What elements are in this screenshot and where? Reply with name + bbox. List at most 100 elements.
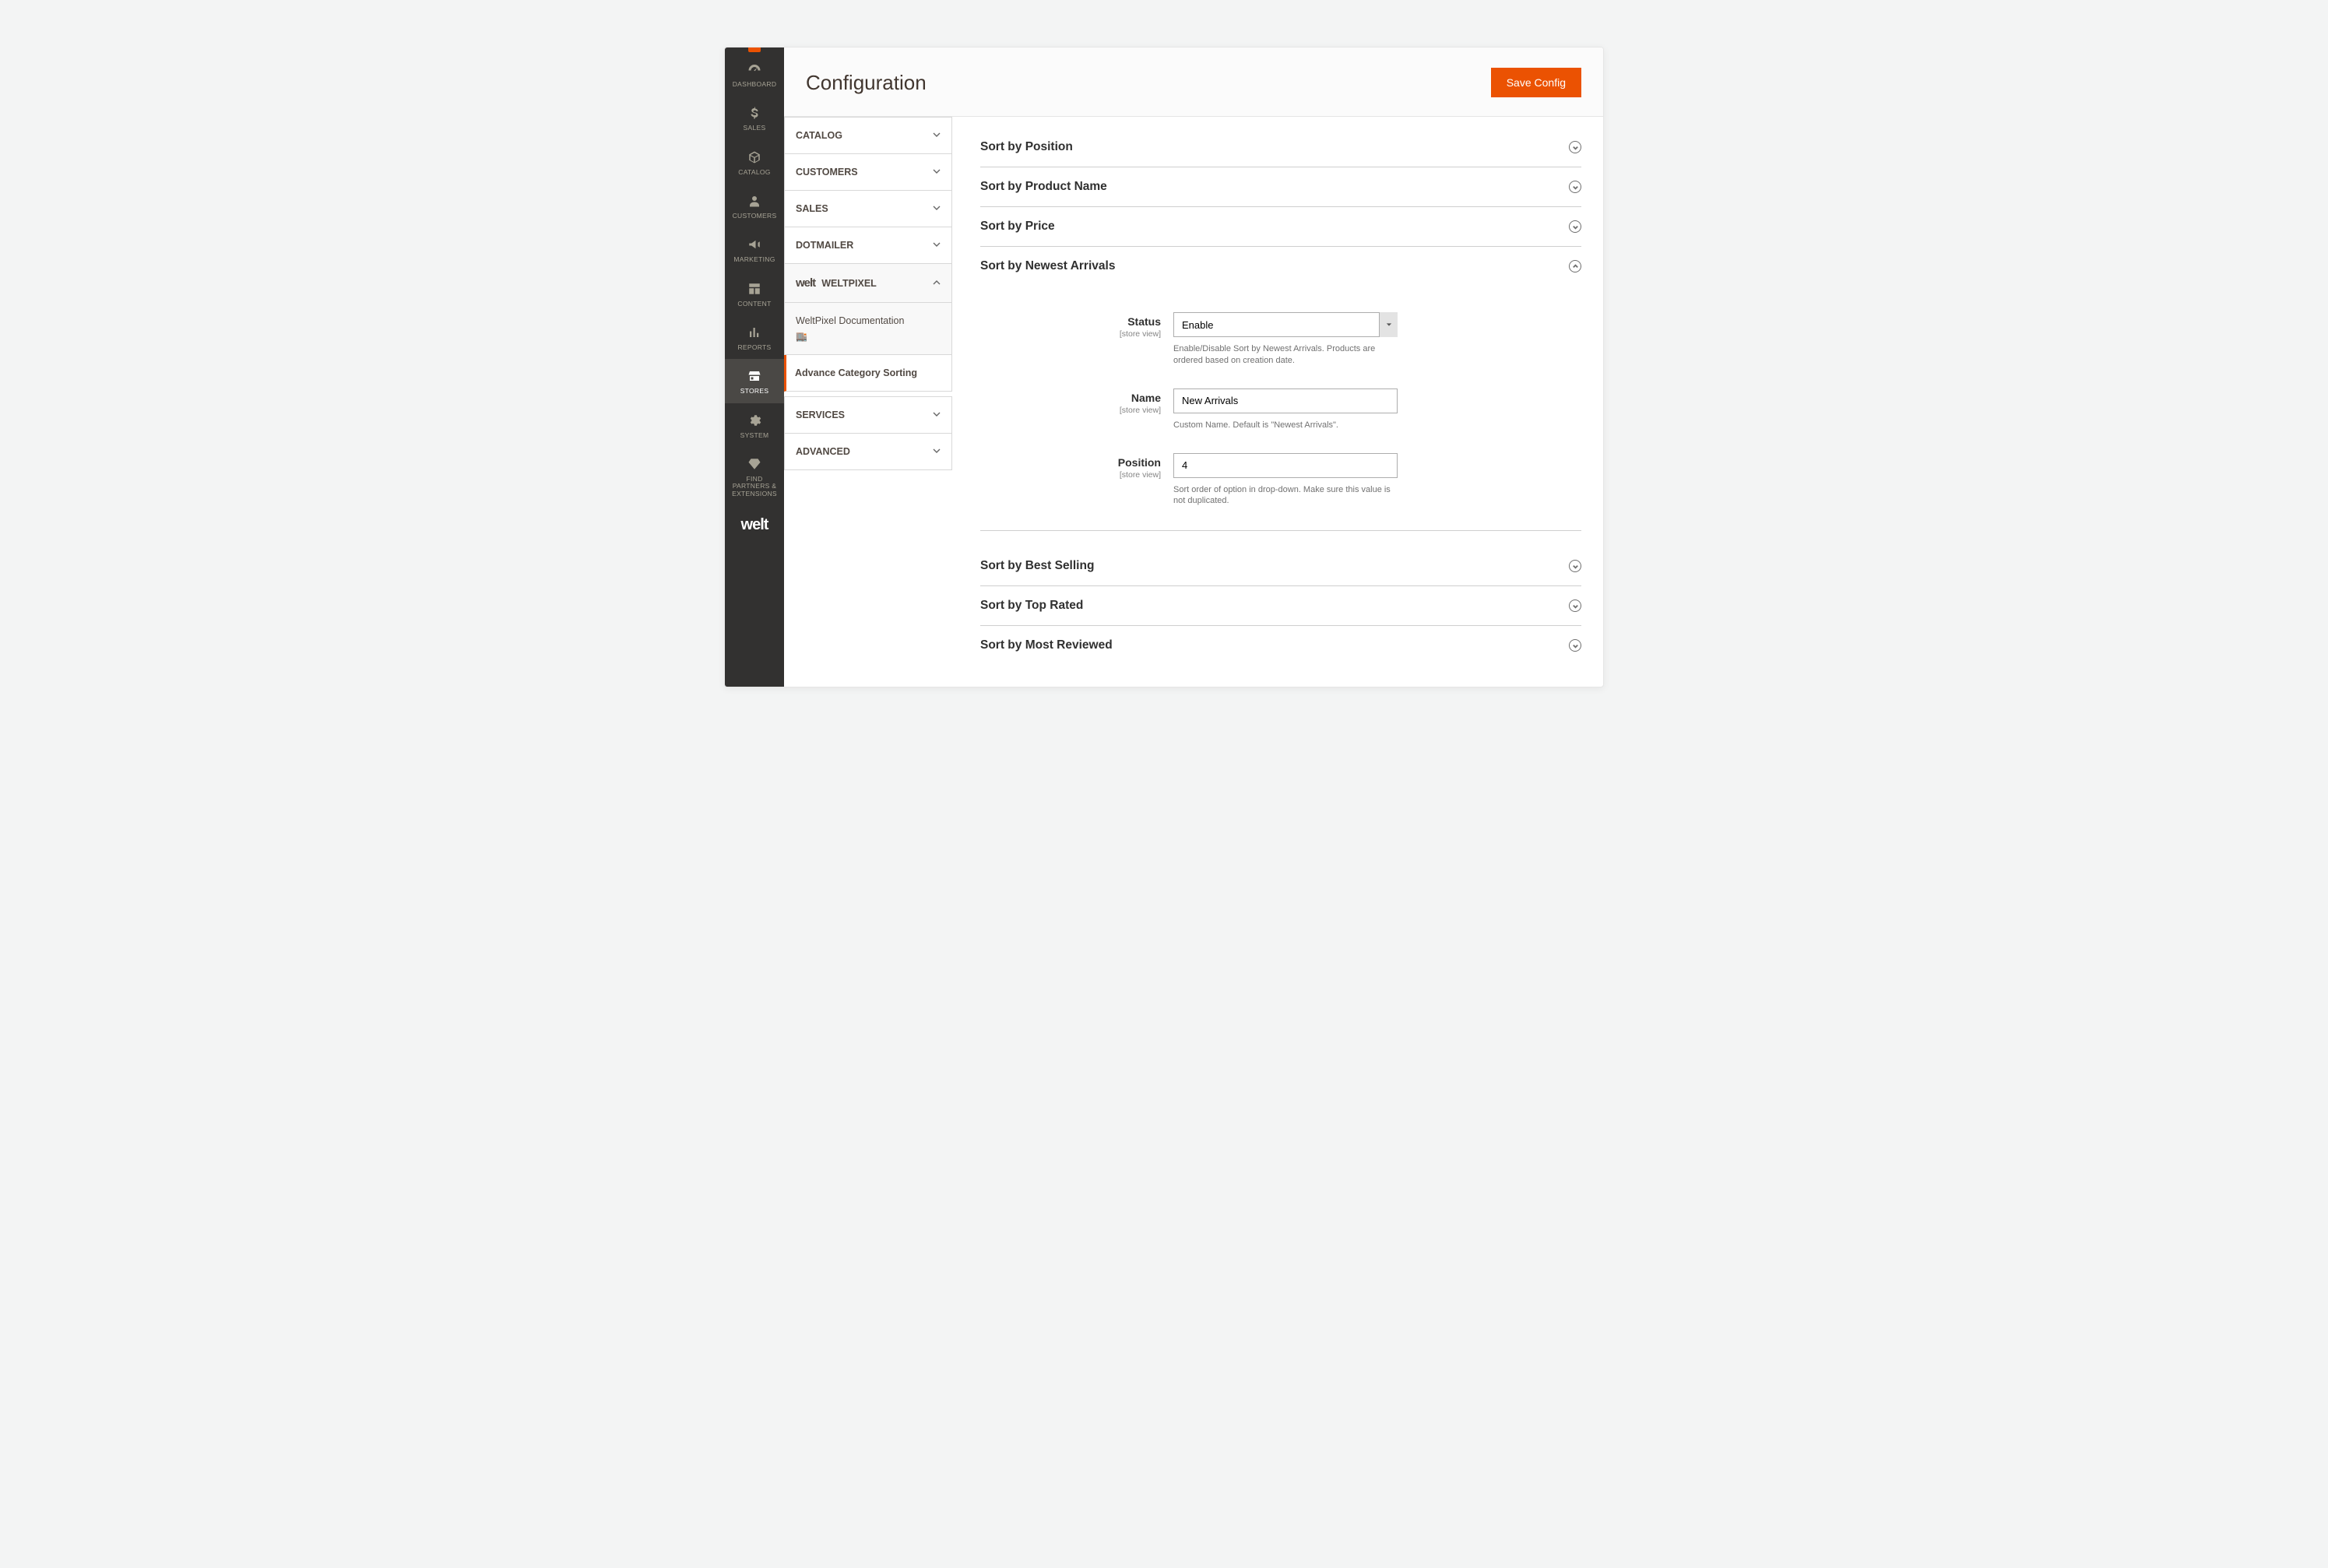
sidebar-item-catalog[interactable]: CATALOG	[725, 140, 784, 184]
config-tabs: CATALOG CUSTOMERS SALES DOTMAILER welt	[784, 117, 952, 687]
app-frame: DASHBOARD SALES CATALOG CUSTOMERS MARKET…	[724, 47, 1604, 687]
sidebar-item-customers[interactable]: CUSTOMERS	[725, 184, 784, 227]
section-title: Sort by Newest Arrivals	[980, 259, 1115, 273]
cfg-tab-label: ADVANCED	[796, 446, 850, 457]
cfg-tab-catalog[interactable]: CATALOG	[784, 117, 952, 154]
sidebar-item-dashboard[interactable]: DASHBOARD	[725, 52, 784, 96]
config-body: CATALOG CUSTOMERS SALES DOTMAILER welt	[784, 117, 1603, 687]
sidebar-item-reports[interactable]: REPORTS	[725, 315, 784, 359]
section-title: Sort by Most Reviewed	[980, 638, 1113, 652]
name-input[interactable]	[1173, 388, 1398, 413]
sidebar-label: MARKETING	[733, 256, 775, 263]
chevron-down-icon	[933, 167, 941, 178]
diamond-icon	[747, 457, 761, 471]
chevron-up-icon	[933, 278, 941, 289]
gear-icon	[747, 413, 761, 427]
cfg-tab-label: CATALOG	[796, 130, 842, 141]
sidebar-item-stores[interactable]: STORES	[725, 359, 784, 403]
position-input[interactable]	[1173, 453, 1398, 478]
sidebar-label: CUSTOMERS	[733, 213, 777, 220]
label-text: Position	[1118, 456, 1161, 469]
cfg-tab-sales[interactable]: SALES	[784, 191, 952, 227]
sidebar-label: DASHBOARD	[733, 81, 777, 88]
expand-icon	[1569, 220, 1581, 233]
sidebar-label: CONTENT	[737, 301, 771, 308]
store-icon	[747, 369, 761, 383]
sidebar-item-content[interactable]: CONTENT	[725, 272, 784, 315]
weltpixel-footer-logo: welt	[725, 505, 784, 542]
save-config-button[interactable]: Save Config	[1491, 68, 1581, 97]
section-sort-top-rated[interactable]: Sort by Top Rated	[980, 586, 1581, 626]
section-newest-body: Status [store view] Enable Enable/Disabl…	[980, 286, 1581, 531]
sidebar-label: SYSTEM	[740, 432, 769, 439]
chevron-down-icon	[933, 410, 941, 420]
main-panel: Configuration Save Config CATALOG CUSTOM…	[784, 47, 1603, 687]
status-select-wrap: Enable	[1173, 312, 1398, 337]
cfg-sub-label: Advance Category Sorting	[795, 367, 917, 378]
section-sort-price[interactable]: Sort by Price	[980, 207, 1581, 247]
field-status: Status [store view] Enable Enable/Disabl…	[980, 304, 1581, 381]
cfg-tab-dotmailer[interactable]: DOTMAILER	[784, 227, 952, 264]
bar-chart-icon	[747, 325, 761, 339]
cfg-tab-label: DOTMAILER	[796, 240, 853, 251]
section-sort-product-name[interactable]: Sort by Product Name	[980, 167, 1581, 207]
weltpixel-brand-icon: welt	[796, 276, 815, 290]
sidebar-label: SALES	[744, 125, 766, 132]
cfg-tab-customers[interactable]: CUSTOMERS	[784, 154, 952, 191]
sidebar-item-system[interactable]: SYSTEM	[725, 403, 784, 447]
field-label: Name [store view]	[980, 388, 1161, 415]
cfg-tab-label: SERVICES	[796, 410, 845, 420]
scope-text: [store view]	[980, 470, 1161, 480]
label-text: Status	[1127, 315, 1161, 328]
section-sort-most-reviewed[interactable]: Sort by Most Reviewed	[980, 626, 1581, 665]
cfg-sub-weltpixel-docs[interactable]: WeltPixel Documentation 🏬	[784, 303, 952, 355]
cfg-tab-weltpixel[interactable]: welt WELTPIXEL	[784, 264, 952, 303]
admin-sidebar: DASHBOARD SALES CATALOG CUSTOMERS MARKET…	[725, 47, 784, 687]
expand-icon	[1569, 181, 1581, 193]
cfg-tab-label: WELTPIXEL	[821, 278, 877, 289]
sidebar-label: STORES	[740, 388, 769, 395]
sidebar-label: FIND PARTNERS & EXTENSIONS	[728, 476, 781, 497]
sidebar-item-find-partners[interactable]: FIND PARTNERS & EXTENSIONS	[725, 447, 784, 505]
page-title: Configuration	[806, 71, 927, 95]
gauge-icon	[747, 62, 761, 76]
page-header: Configuration Save Config	[784, 47, 1603, 117]
section-title: Sort by Product Name	[980, 180, 1107, 194]
cfg-sub-advance-category-sorting[interactable]: Advance Category Sorting	[784, 355, 952, 392]
chevron-down-icon	[933, 240, 941, 251]
spacer	[980, 531, 1581, 547]
status-select[interactable]: Enable	[1173, 312, 1398, 337]
cfg-tab-label: SALES	[796, 203, 828, 214]
field-note: Enable/Disable Sort by Newest Arrivals. …	[1173, 343, 1398, 367]
cfg-tab-label: CUSTOMERS	[796, 167, 858, 178]
section-title: Sort by Position	[980, 140, 1073, 154]
field-note: Custom Name. Default is "Newest Arrivals…	[1173, 420, 1398, 431]
box-icon	[747, 150, 761, 164]
field-label: Position [store view]	[980, 453, 1161, 480]
cfg-tab-services[interactable]: SERVICES	[784, 396, 952, 434]
section-title: Sort by Price	[980, 220, 1055, 234]
section-sort-newest[interactable]: Sort by Newest Arrivals	[980, 247, 1581, 286]
scope-text: [store view]	[980, 406, 1161, 415]
expand-icon	[1569, 560, 1581, 572]
expand-icon	[1569, 599, 1581, 612]
cfg-sub-label: WeltPixel Documentation	[796, 315, 904, 326]
expand-icon	[1569, 141, 1581, 153]
sidebar-label: CATALOG	[738, 169, 770, 176]
field-position: Position [store view] Sort order of opti…	[980, 445, 1581, 522]
layout-icon	[747, 282, 761, 296]
expand-icon	[1569, 639, 1581, 652]
sidebar-item-marketing[interactable]: MARKETING	[725, 227, 784, 271]
section-title: Sort by Top Rated	[980, 599, 1083, 613]
dollar-icon	[747, 106, 761, 120]
sidebar-label: REPORTS	[737, 344, 771, 351]
sidebar-item-sales[interactable]: SALES	[725, 96, 784, 139]
store-icon: 🏬	[796, 331, 807, 342]
cfg-tab-advanced[interactable]: ADVANCED	[784, 434, 952, 470]
collapse-icon	[1569, 260, 1581, 272]
section-sort-position[interactable]: Sort by Position	[980, 135, 1581, 167]
section-title: Sort by Best Selling	[980, 559, 1094, 573]
section-sort-best-selling[interactable]: Sort by Best Selling	[980, 547, 1581, 586]
config-content: Sort by Position Sort by Product Name So…	[952, 117, 1603, 687]
label-text: Name	[1131, 392, 1161, 404]
